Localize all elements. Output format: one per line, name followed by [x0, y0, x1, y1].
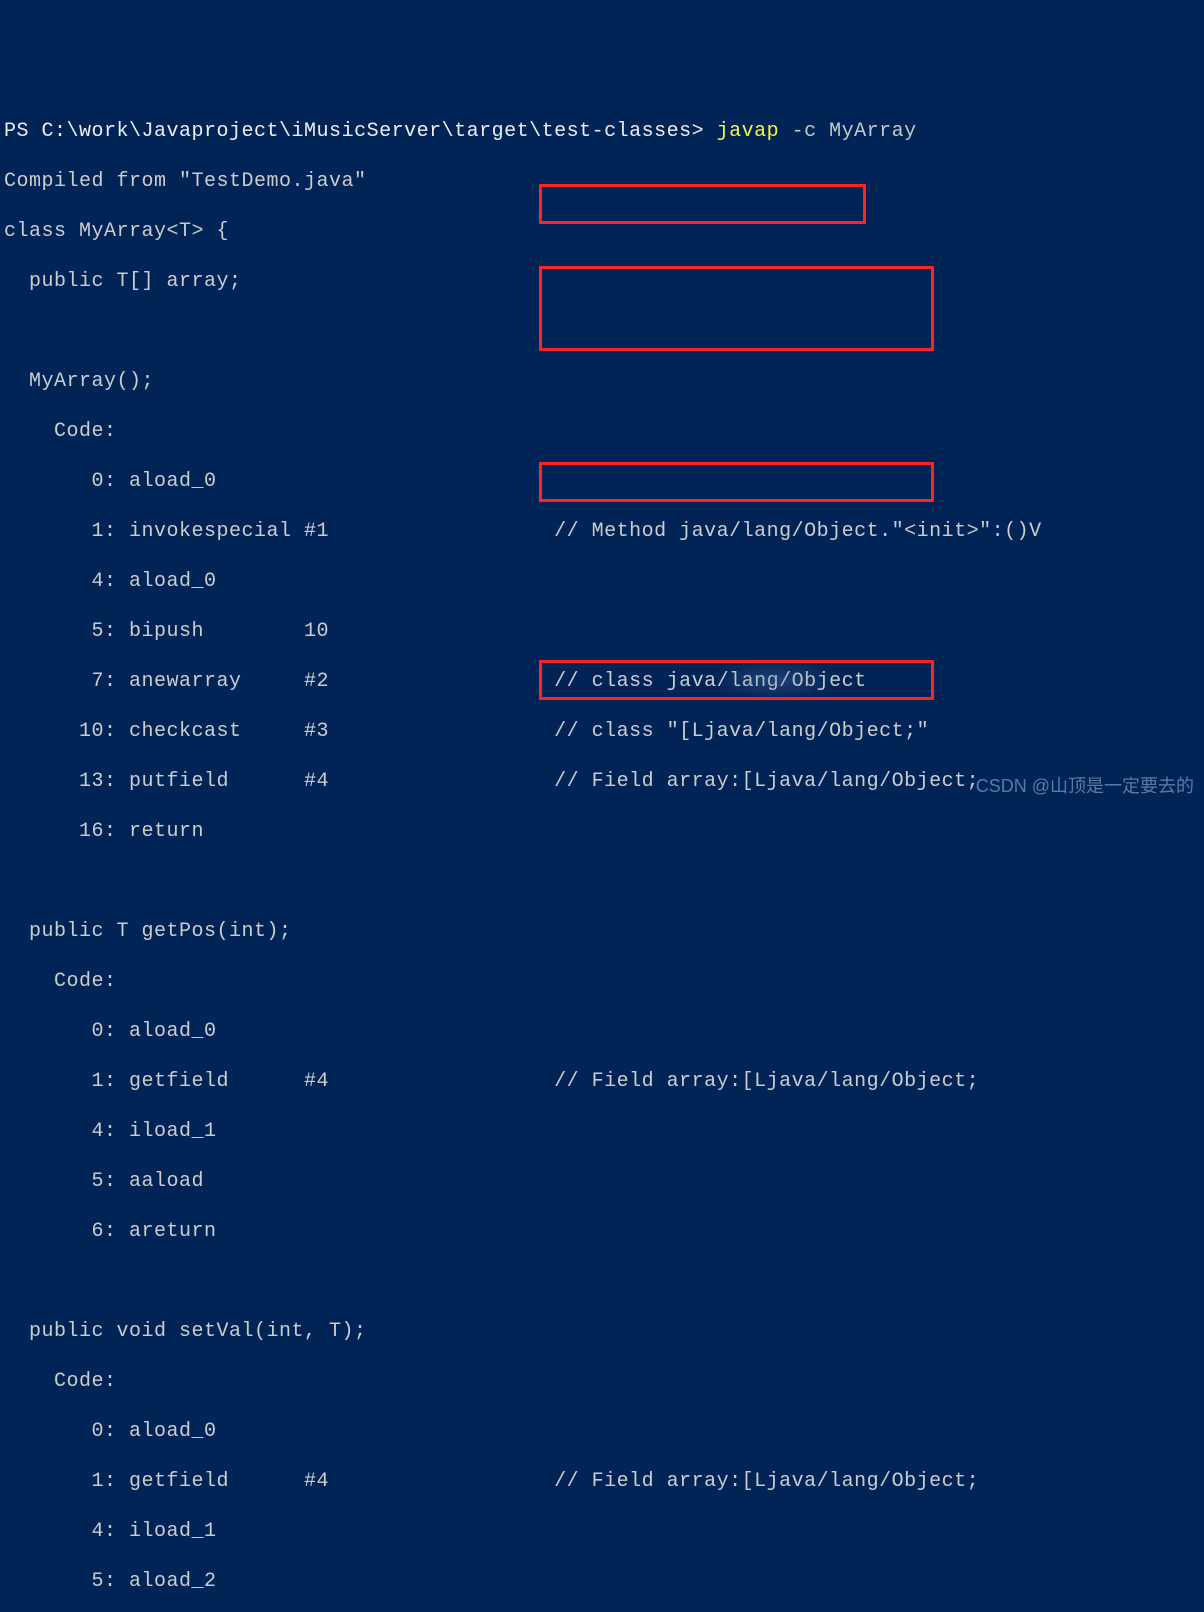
output-line: 4: iload_1: [4, 1119, 1204, 1144]
output-line: 6: areturn: [4, 1219, 1204, 1244]
output-line: Code:: [4, 1369, 1204, 1394]
output-line: 1: getfield #4 // Field array:[Ljava/lan…: [4, 1069, 1204, 1094]
output-line: 10: checkcast #3 // class "[Ljava/lang/O…: [4, 719, 1204, 744]
terminal-output: PS C:\work\Javaproject\iMusicServer\targ…: [0, 92, 1204, 1612]
output-line: 5: aaload: [4, 1169, 1204, 1194]
output-line: 0: aload_0: [4, 1419, 1204, 1444]
output-line: 7: anewarray #2 // class java/lang/Objec…: [4, 669, 1204, 694]
output-line: 0: aload_0: [4, 469, 1204, 494]
output-line: 1: getfield #4 // Field array:[Ljava/lan…: [4, 1469, 1204, 1494]
output-line: 4: iload_1: [4, 1519, 1204, 1544]
output-line: 16: return: [4, 819, 1204, 844]
output-line: 5: aload_2: [4, 1569, 1204, 1594]
cmd-flag: -c: [779, 120, 817, 143]
output-line: public void setVal(int, T);: [4, 1319, 1204, 1344]
prompt-line[interactable]: PS C:\work\Javaproject\iMusicServer\targ…: [4, 119, 1204, 144]
output-line: public T getPos(int);: [4, 919, 1204, 944]
output-line: Compiled from "TestDemo.java": [4, 169, 1204, 194]
cmd-arg: MyArray: [817, 120, 917, 143]
ps-prefix: PS: [4, 120, 42, 143]
output-line: 4: aload_0: [4, 569, 1204, 594]
output-line: [4, 869, 1204, 894]
prompt-path: C:\work\Javaproject\iMusicServer\target\…: [42, 120, 705, 143]
output-line: 0: aload_0: [4, 1019, 1204, 1044]
watermark-text: CSDN @山顶是一定要去的: [976, 772, 1194, 798]
output-line: public T[] array;: [4, 269, 1204, 294]
output-line: MyArray();: [4, 369, 1204, 394]
output-line: [4, 319, 1204, 344]
output-line: Code:: [4, 419, 1204, 444]
output-line: 5: bipush 10: [4, 619, 1204, 644]
output-line: 1: invokespecial #1 // Method java/lang/…: [4, 519, 1204, 544]
output-line: Code:: [4, 969, 1204, 994]
cmd-javap: javap: [704, 120, 779, 143]
output-line: class MyArray<T> {: [4, 219, 1204, 244]
output-line: [4, 1269, 1204, 1294]
